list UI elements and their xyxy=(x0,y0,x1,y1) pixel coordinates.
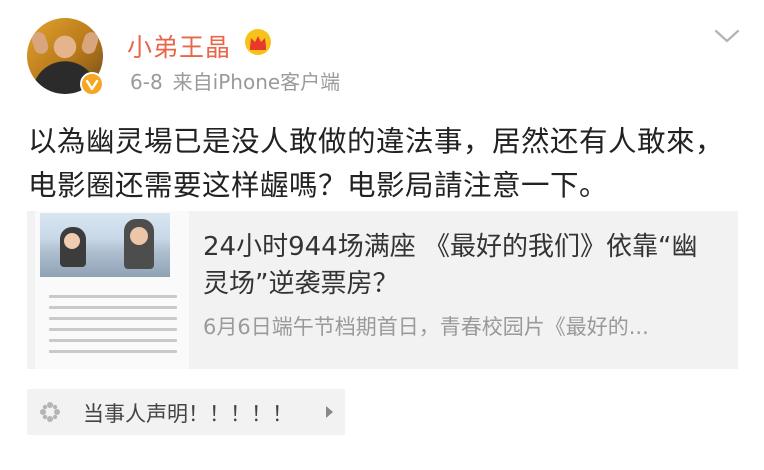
topic-pinwheel-icon xyxy=(39,401,61,423)
photo-face xyxy=(130,227,148,245)
post-meta: 6-8 来自iPhone客户端 xyxy=(130,66,340,95)
verified-badge-icon xyxy=(80,72,104,96)
article-thumbnail xyxy=(35,211,189,369)
username[interactable]: 小弟王晶 xyxy=(127,28,231,64)
post-text-line: 电影圈还需要这样龌嗎？电影局請注意一下。 xyxy=(28,169,609,202)
chevron-down-icon[interactable] xyxy=(712,26,742,46)
post-date: 6-8 xyxy=(130,70,163,94)
thumbnail-text-lines xyxy=(49,295,177,361)
post-text-line: 以為幽灵場已是没人敢做的違法事，居然还有人敢來， xyxy=(28,125,725,158)
avatar-hand-right xyxy=(79,30,101,56)
crown-icon[interactable] xyxy=(244,28,272,56)
post-source[interactable]: 来自iPhone客户端 xyxy=(173,70,341,94)
topic-link[interactable]: 当事人声明！！！！！ xyxy=(27,389,345,435)
arrow-right-icon xyxy=(326,406,333,418)
article-description: 6月6日端午节档期首日，青春校园片《最好的... xyxy=(203,315,649,339)
topic-label: 当事人声明！！！！！ xyxy=(83,402,293,426)
avatar-hand-left xyxy=(29,30,51,56)
post-text: 以為幽灵場已是没人敢做的違法事，居然还有人敢來， 电影圈还需要这样龌嗎？电影局請… xyxy=(28,120,748,208)
photo-face xyxy=(64,233,80,249)
article-title[interactable]: 24小时944场满座 《最好的我们》依靠“幽灵场”逆袭票房？ xyxy=(203,229,723,303)
thumbnail-photo xyxy=(40,213,170,277)
article-card[interactable]: 24小时944场满座 《最好的我们》依靠“幽灵场”逆袭票房？ 6月6日端午节档期… xyxy=(27,211,738,369)
